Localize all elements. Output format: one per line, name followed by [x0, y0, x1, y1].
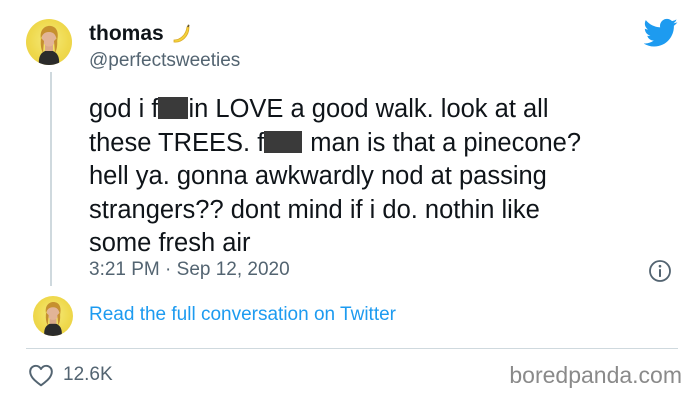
thread-line — [50, 72, 52, 286]
read-conversation-link[interactable]: Read the full conversation on Twitter — [89, 304, 396, 326]
display-name[interactable]: thomas — [89, 22, 192, 46]
divider — [26, 348, 678, 349]
info-icon[interactable] — [648, 259, 672, 283]
avatar-small[interactable] — [33, 296, 73, 336]
twitter-bird-icon[interactable] — [643, 18, 678, 48]
watermark: boredpanda.com — [509, 362, 682, 388]
user-handle[interactable]: @perfectsweeties — [89, 50, 240, 72]
like-count: 12.6K — [63, 364, 113, 385]
censor-bar — [158, 97, 189, 119]
tweet-timestamp[interactable]: 3:21 PM · Sep 12, 2020 — [89, 259, 290, 281]
heart-icon[interactable] — [28, 363, 54, 387]
tweet-text: god i f in LOVE a good walk. look at all … — [89, 93, 669, 261]
tweet-text-part-1: god i f — [89, 95, 159, 123]
display-name-text: thomas — [89, 22, 164, 45]
censor-bar — [264, 130, 303, 153]
avatar[interactable] — [26, 19, 72, 65]
banana-emoji-icon — [170, 23, 192, 45]
